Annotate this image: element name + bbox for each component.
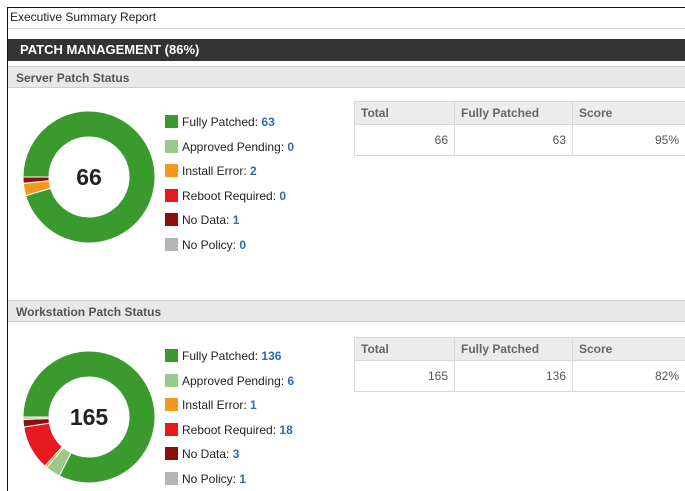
legend-swatch [165, 213, 178, 227]
legend-count: 1 [250, 397, 257, 412]
header-fully-patched: Fully Patched [454, 337, 573, 361]
legend-count: 0 [279, 188, 287, 203]
legend-count: 136 [261, 348, 282, 363]
legend-item-reboot-required: Reboot Required: 0 [165, 188, 286, 202]
legend-count: 1 [232, 212, 240, 227]
legend-count: 1 [239, 471, 247, 486]
workstation-donut-total: 165 [69, 404, 109, 430]
legend-count: 18 [279, 422, 293, 437]
legend-item-no-data: No Data: 3 [165, 446, 240, 461]
legend-count: 6 [287, 373, 295, 388]
legend-label: Fully Patched: [182, 114, 259, 129]
cell-score: 95% [572, 124, 685, 156]
legend-count: 63 [261, 114, 275, 129]
legend-item-no-policy: No Policy: 1 [165, 471, 246, 485]
cell-total: 66 [354, 124, 455, 156]
section-header: PATCH MANAGEMENT (86%) [8, 39, 685, 61]
legend-label: No Policy: [182, 471, 237, 486]
legend-item-no-data: No Data: 1 [165, 212, 240, 227]
legend-label: Approved Pending: [182, 373, 285, 388]
legend-swatch [165, 188, 178, 202]
legend-swatch [165, 422, 178, 436]
cell-score: 82% [572, 360, 685, 392]
header-score: Score [572, 101, 685, 125]
report-title: Executive Summary Report [10, 10, 157, 24]
legend-item-fully-patched: Fully Patched: 136 [165, 348, 282, 363]
legend-count: 3 [232, 446, 240, 461]
server-summary-table: Total Fully Patched Score 66 63 95% [354, 101, 685, 156]
legend-item-reboot-required: Reboot Required: 18 [165, 422, 293, 436]
header-fully-patched: Fully Patched [454, 101, 573, 125]
legend-item-approved-pending: Approved Pending: 6 [165, 373, 294, 387]
header-total: Total [354, 337, 455, 361]
legend-swatch [165, 164, 178, 178]
workstation-summary-table: Total Fully Patched Score 165 136 82% [354, 337, 685, 392]
legend-count: 0 [287, 139, 295, 154]
cell-total: 165 [354, 360, 455, 392]
legend-item-fully-patched: Fully Patched: 63 [165, 114, 275, 129]
legend-label: Approved Pending: [182, 139, 285, 154]
table-row: 66 63 95% [354, 124, 685, 156]
header-score: Score [572, 337, 685, 361]
legend-label: Install Error: [182, 163, 247, 178]
legend-label: No Policy: [182, 237, 237, 252]
legend-swatch [165, 115, 178, 129]
legend-count: 0 [239, 237, 247, 252]
server-donut-total: 66 [76, 164, 102, 190]
workstation-section-title: Workstation Patch Status [8, 300, 685, 322]
legend-swatch [165, 398, 178, 412]
legend-swatch [165, 373, 178, 387]
legend-label: Install Error: [182, 397, 247, 412]
cell-fully-patched: 136 [454, 360, 573, 392]
legend-swatch [165, 237, 178, 251]
table-header-row: Total Fully Patched Score [354, 337, 685, 361]
server-section-title: Server Patch Status [8, 66, 685, 88]
legend-item-install-error: Install Error: 2 [165, 163, 257, 178]
header-total: Total [354, 101, 455, 125]
legend-item-approved-pending: Approved Pending: 0 [165, 139, 294, 153]
legend-label: Reboot Required: [182, 188, 277, 203]
table-header-row: Total Fully Patched Score [354, 101, 685, 125]
legend-item-install-error: Install Error: 1 [165, 397, 257, 412]
cell-fully-patched: 63 [454, 124, 573, 156]
legend-label: No Data: [182, 212, 230, 227]
legend-label: No Data: [182, 446, 230, 461]
table-row: 165 136 82% [354, 360, 685, 392]
legend-label: Fully Patched: [182, 348, 259, 363]
legend-item-no-policy: No Policy: 0 [165, 237, 246, 251]
legend-swatch [165, 447, 178, 461]
legend-count: 2 [250, 163, 257, 178]
title-divider [8, 28, 685, 29]
legend-label: Reboot Required: [182, 422, 277, 437]
legend-swatch [165, 349, 178, 363]
legend-swatch [165, 471, 178, 485]
legend-swatch [165, 139, 178, 153]
